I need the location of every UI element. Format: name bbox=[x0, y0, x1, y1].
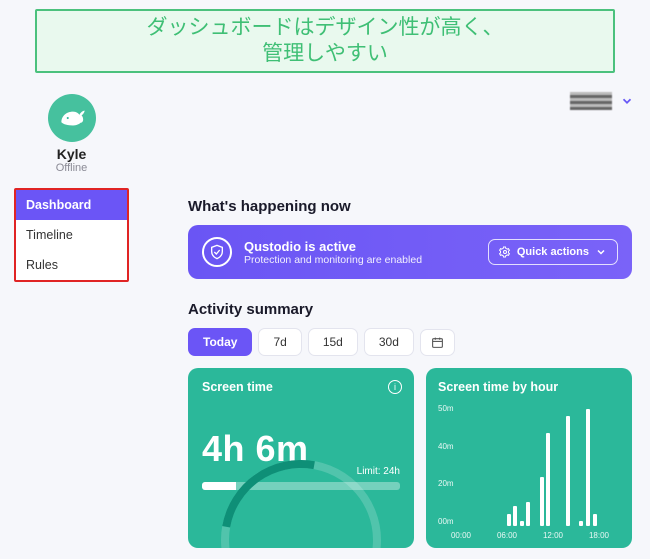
filter-15d[interactable]: 15d bbox=[308, 328, 358, 356]
sidebar-item-timeline[interactable]: Timeline bbox=[16, 220, 127, 250]
filter-calendar[interactable] bbox=[420, 329, 455, 356]
status-text: Qustodio is active Protection and monito… bbox=[244, 239, 476, 266]
account-name-obscured bbox=[570, 92, 612, 110]
tile-screen-time-by-hour[interactable]: Screen time by hour 50m40m20m00m 00:0006… bbox=[426, 368, 632, 548]
tile-screen-time[interactable]: Screen time i 4h 6m Limit: 24h bbox=[188, 368, 414, 548]
tutorial-annotation: ダッシュボードはデザイン性が高く、 管理しやすい bbox=[35, 9, 615, 73]
chevron-down-icon bbox=[620, 94, 634, 108]
filter-7d[interactable]: 7d bbox=[258, 328, 301, 356]
avatar bbox=[48, 94, 96, 142]
chart-bars bbox=[466, 404, 624, 526]
time-filter-group: Today 7d 15d 30d bbox=[188, 328, 632, 356]
status-title: Qustodio is active bbox=[244, 239, 476, 254]
info-icon[interactable]: i bbox=[388, 380, 402, 394]
section-activity-title: Activity summary bbox=[188, 301, 632, 318]
tile-screen-time-title: Screen time bbox=[202, 380, 400, 394]
whale-icon bbox=[55, 101, 89, 135]
tile-row: Screen time i 4h 6m Limit: 24h Screen ti… bbox=[188, 368, 632, 548]
account-menu[interactable] bbox=[570, 92, 634, 110]
hour-chart: 50m40m20m00m bbox=[438, 404, 624, 526]
app-viewport: Kyle Offline Dashboard Timeline Rules Wh… bbox=[0, 90, 650, 559]
tile-hour-title: Screen time by hour bbox=[438, 380, 620, 394]
quick-actions-button[interactable]: Quick actions bbox=[488, 239, 618, 265]
screen-time-limit: Limit: 24h bbox=[357, 466, 400, 477]
annotation-line2: 管理しやすい bbox=[262, 41, 388, 67]
profile-status: Offline bbox=[56, 162, 88, 174]
status-card: Qustodio is active Protection and monito… bbox=[188, 225, 632, 279]
calendar-icon bbox=[431, 336, 444, 349]
chart-y-axis: 50m40m20m00m bbox=[438, 404, 462, 526]
filter-today[interactable]: Today bbox=[188, 328, 252, 356]
filter-30d[interactable]: 30d bbox=[364, 328, 414, 356]
quick-actions-label: Quick actions bbox=[517, 246, 589, 258]
status-subtitle: Protection and monitoring are enabled bbox=[244, 254, 476, 266]
main-content: What's happening now Qustodio is active … bbox=[188, 198, 632, 548]
sidebar-item-rules[interactable]: Rules bbox=[16, 250, 127, 280]
screen-time-progress-fill bbox=[202, 482, 236, 490]
chart-x-axis: 00:0006:0012:0018:00 bbox=[438, 531, 622, 540]
sidebar-nav: Dashboard Timeline Rules bbox=[14, 188, 129, 282]
sidebar: Kyle Offline Dashboard Timeline Rules bbox=[14, 90, 129, 282]
profile-name: Kyle bbox=[57, 146, 87, 162]
profile-block[interactable]: Kyle Offline bbox=[14, 90, 129, 174]
gear-icon bbox=[499, 246, 511, 258]
section-happening-title: What's happening now bbox=[188, 198, 632, 215]
annotation-line1: ダッシュボードはデザイン性が高く、 bbox=[147, 15, 504, 41]
chevron-down-icon bbox=[595, 246, 607, 258]
shield-icon bbox=[202, 237, 232, 267]
sidebar-item-dashboard[interactable]: Dashboard bbox=[16, 190, 127, 220]
